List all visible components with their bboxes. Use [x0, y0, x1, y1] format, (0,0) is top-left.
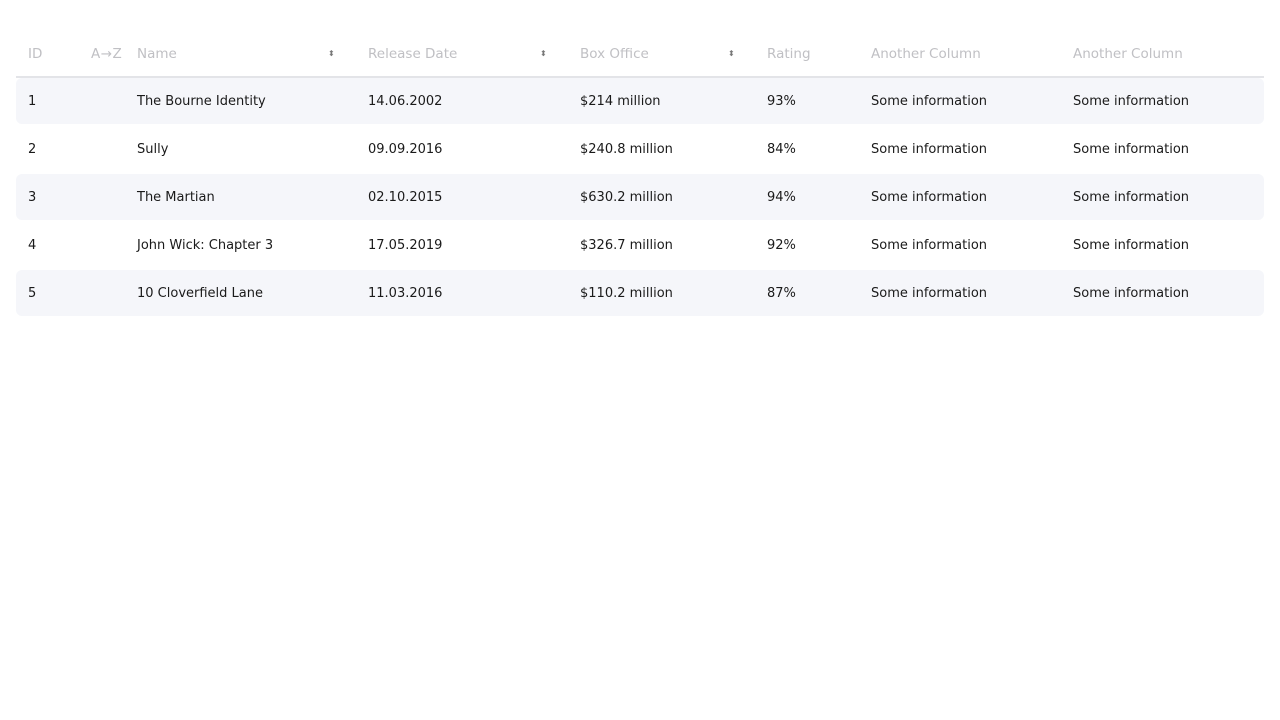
cell-id: 5	[28, 285, 37, 301]
cell-a2: Some information	[1073, 237, 1190, 253]
cell-release: 17.05.2019	[368, 237, 443, 253]
cell-box: $630.2 million	[580, 189, 673, 205]
cell-name: Sully	[137, 141, 169, 157]
table-row[interactable]: 2 Sully 09.09.2016 $240.8 million 84% Some in…	[16, 126, 1264, 172]
cell-a1: Some information	[871, 93, 988, 109]
cell-release: 02.10.2015	[368, 189, 443, 205]
cell-box: $110.2 million	[580, 285, 673, 301]
header-another-column: Another Column	[871, 46, 981, 62]
cell-a2: Some information	[1073, 141, 1190, 157]
cell-rating: 87%	[767, 285, 796, 301]
cell-id: 3	[28, 189, 37, 205]
header-box-office[interactable]: Box Office	[580, 32, 649, 76]
cell-a1: Some information	[871, 189, 988, 205]
cell-id: 2	[28, 141, 37, 157]
cell-a2: Some information	[1073, 285, 1190, 301]
sort-icon[interactable]: ⬍	[540, 50, 547, 58]
cell-rating: 94%	[767, 189, 796, 205]
cell-box: $240.8 million	[580, 141, 673, 157]
sort-icon[interactable]: ⬍	[328, 50, 335, 58]
cell-a1: Some information	[871, 141, 988, 157]
table-row[interactable]: 5 10 Cloverfield Lane 11.03.2016 $110.2 mil…	[16, 270, 1264, 316]
table-row[interactable]: 1 The Bourne Identity 14.06.2002 $214 milli…	[16, 78, 1264, 124]
header-name[interactable]: Name	[137, 32, 177, 76]
header-id[interactable]: ID	[28, 32, 42, 76]
cell-id: 1	[28, 93, 37, 109]
cell-name: 10 Cloverfield Lane	[137, 285, 263, 301]
table-row[interactable]: 4 John Wick: Chapter 3 17.05.2019 $326.7 mi…	[16, 222, 1264, 268]
cell-rating: 84%	[767, 141, 796, 157]
cell-release: 14.06.2002	[368, 93, 443, 109]
table-header: ID A→Z Name ⬍ Release Date ⬍ Box Office …	[16, 32, 1264, 78]
table-row[interactable]: 3 The Martian 02.10.2015 $630.2 million 94% S…	[16, 174, 1264, 220]
cell-rating: 92%	[767, 237, 796, 253]
cell-rating: 93%	[767, 93, 796, 109]
cell-box: $326.7 million	[580, 237, 673, 253]
cell-a2: Some information	[1073, 93, 1190, 109]
header-another-column: Another Column	[1073, 46, 1183, 62]
cell-a1: Some information	[871, 285, 988, 301]
cell-box: $214 million	[580, 93, 661, 109]
cell-name: John Wick: Chapter 3	[137, 237, 274, 253]
movies-table: ID A→Z Name ⬍ Release Date ⬍ Box Office …	[16, 32, 1264, 318]
sort-az-button[interactable]: A→Z	[91, 32, 122, 76]
cell-a1: Some information	[871, 237, 988, 253]
cell-release: 11.03.2016	[368, 285, 443, 301]
cell-release: 09.09.2016	[368, 141, 443, 157]
sort-icon[interactable]: ⬍	[728, 50, 735, 58]
header-release-date[interactable]: Release Date	[368, 32, 457, 76]
header-rating[interactable]: Rating	[767, 32, 811, 76]
cell-name: The Martian	[137, 189, 215, 205]
cell-name: The Bourne Identity	[137, 93, 266, 109]
cell-id: 4	[28, 237, 37, 253]
cell-a2: Some information	[1073, 189, 1190, 205]
